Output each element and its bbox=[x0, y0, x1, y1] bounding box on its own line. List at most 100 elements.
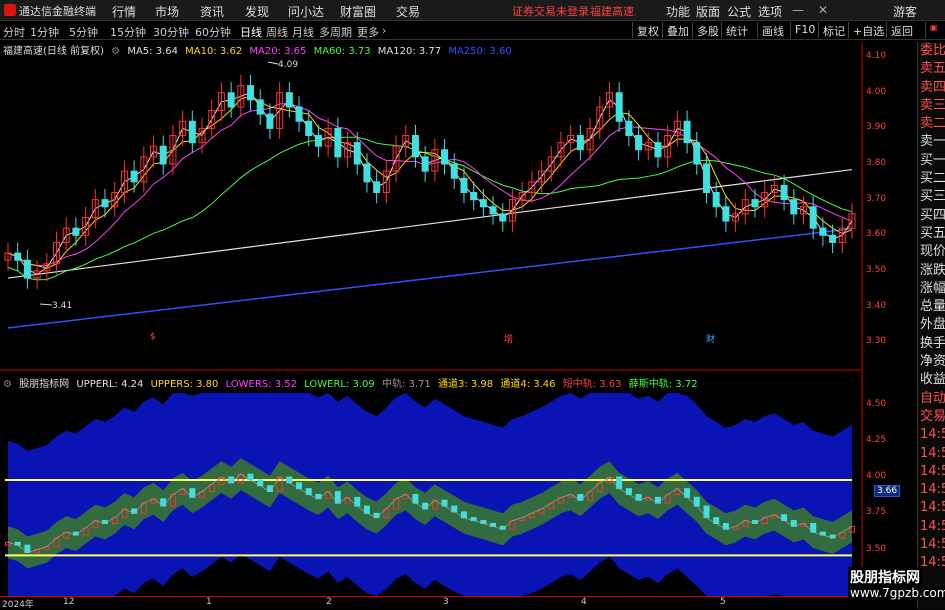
candle-body bbox=[809, 206, 817, 229]
watermark-title: 股朋指标网 bbox=[848, 567, 922, 587]
candle-body bbox=[654, 142, 662, 158]
price-axis: 4.10 4.00 3.90 3.80 3.70 3.60 3.50 3.40 3.30 4.50… bbox=[862, 42, 917, 609]
candle-body bbox=[615, 92, 623, 122]
quote-field: 委比 bbox=[920, 43, 945, 58]
sub-legend-gear-icon[interactable]: ⚙ bbox=[3, 379, 12, 390]
candle-body bbox=[712, 192, 720, 208]
candle-body bbox=[159, 145, 167, 165]
quote-field: 14:56 bbox=[920, 482, 945, 498]
quote-field: 总量 bbox=[920, 299, 945, 315]
candle-body bbox=[450, 163, 458, 179]
quote-field: 净资 bbox=[920, 354, 945, 370]
price-tick: 3.40 bbox=[866, 300, 887, 311]
date-axis: 2024年 12 1 2 3 4 5 bbox=[0, 596, 862, 610]
quote-field: 卖三 bbox=[920, 97, 945, 113]
sub-legend-short-mid: 短中轨: 3.63 bbox=[562, 379, 622, 390]
sub-tick: 4.50 bbox=[866, 398, 887, 409]
candle-body bbox=[702, 163, 710, 194]
legend-ma5: MA5: 3.64 bbox=[127, 46, 178, 57]
signal-dollar: $ bbox=[150, 332, 156, 342]
high-marker bbox=[267, 61, 279, 65]
date-label: 2 bbox=[326, 597, 332, 607]
sub-tick: 3.50 bbox=[866, 543, 887, 554]
quote-field: 卖一 bbox=[920, 134, 945, 150]
sub-legend-lowerl: LOWERL: 3.09 bbox=[304, 379, 375, 390]
price-tick: 3.70 bbox=[866, 193, 887, 204]
sub-tick: 4.00 bbox=[866, 471, 887, 482]
candle-body bbox=[625, 120, 633, 137]
candle-body bbox=[23, 259, 31, 279]
sub-legend-uppers: UPPERS: 3.80 bbox=[150, 379, 219, 390]
sub-legend-ch4: 通道4: 3.46 bbox=[500, 379, 556, 390]
sub-legend: ⚙ 股朋指标网 UPPERL: 4.24 UPPERS: 3.80 LOWERS… bbox=[3, 375, 702, 390]
candle-body bbox=[635, 135, 643, 151]
price-tick: 3.90 bbox=[866, 122, 887, 133]
candle-body bbox=[256, 99, 264, 115]
candle-body bbox=[479, 199, 487, 208]
sub-legend-upperl: UPPERL: 4.24 bbox=[76, 379, 144, 390]
candle-body bbox=[790, 199, 798, 215]
candle-body bbox=[683, 120, 691, 144]
candle-body bbox=[285, 92, 293, 108]
legend-ma120: MA120: 3.77 bbox=[377, 46, 442, 57]
candle-body bbox=[693, 142, 701, 165]
quote-field: 自动 bbox=[920, 390, 945, 406]
quote-field: 买三 bbox=[920, 189, 945, 205]
legend-ma10: MA10: 3.62 bbox=[185, 46, 243, 57]
candle-body bbox=[829, 234, 837, 243]
high-annotation: 4.09 bbox=[278, 60, 298, 70]
price-tick: 3.50 bbox=[866, 264, 887, 275]
legend-ma250: MA250: 3.60 bbox=[448, 46, 512, 57]
quote-field: 14:56 bbox=[920, 500, 945, 516]
quote-field: 收益 bbox=[920, 372, 945, 388]
sub-tick: 4.25 bbox=[866, 434, 887, 445]
date-label: 5 bbox=[720, 597, 726, 607]
candle-body bbox=[363, 163, 371, 183]
quote-field: 买二 bbox=[920, 171, 945, 187]
signal-zeng: 增 bbox=[504, 335, 514, 345]
price-tick: 3.30 bbox=[866, 336, 887, 347]
price-tick: 3.60 bbox=[866, 229, 887, 240]
sub-legend-lowers: LOWERS: 3.52 bbox=[225, 379, 297, 390]
candle-body bbox=[188, 120, 196, 144]
watermark-url: www.7gpzb.com bbox=[848, 586, 945, 600]
candle-body bbox=[373, 181, 381, 194]
candle-body bbox=[780, 184, 788, 201]
quote-field: 现价 bbox=[920, 244, 945, 260]
candle-body bbox=[411, 135, 419, 158]
quote-field: 14:56 bbox=[920, 445, 945, 461]
kline-chart[interactable]: 4.09 3.41 bbox=[0, 0, 945, 609]
candle-body bbox=[305, 120, 313, 137]
candle-body bbox=[819, 227, 827, 236]
legend-gear-icon[interactable]: ⚙ bbox=[111, 46, 120, 57]
candle-body bbox=[101, 199, 109, 208]
candle-body bbox=[460, 177, 468, 194]
candle-body bbox=[751, 199, 759, 208]
quote-field: 14:56 bbox=[920, 537, 945, 553]
candle-body bbox=[72, 227, 80, 236]
main-legend: 福建高速(日线 前复权) ⚙ MA5: 3.64 MA10: 3.62 MA20… bbox=[3, 42, 516, 57]
quote-field: 涨幅 bbox=[920, 280, 945, 296]
quote-field: 卖四 bbox=[920, 79, 945, 95]
legend-ma60: MA60: 3.73 bbox=[313, 46, 371, 57]
candle-body bbox=[14, 252, 22, 261]
candle-body bbox=[499, 213, 507, 222]
signal-cai: 财 bbox=[706, 335, 716, 345]
legend-ma20: MA20: 3.65 bbox=[249, 46, 307, 57]
date-label: 1 bbox=[206, 597, 212, 607]
quote-field: 14:56 bbox=[920, 518, 945, 534]
candle-body bbox=[266, 113, 274, 129]
candle-body bbox=[489, 206, 497, 215]
candle-body bbox=[247, 85, 255, 101]
candle-body bbox=[130, 170, 138, 183]
quote-field: 买四 bbox=[920, 207, 945, 223]
quote-field: 卖二 bbox=[920, 116, 945, 132]
price-tick: 3.80 bbox=[866, 158, 887, 169]
date-label: 12 bbox=[63, 597, 75, 607]
price-tick: 4.00 bbox=[866, 86, 887, 97]
quote-field: 卖五 bbox=[920, 61, 945, 77]
date-label: 2024年 bbox=[2, 600, 34, 610]
quote-field: 14:56 bbox=[920, 427, 945, 443]
candle-body bbox=[353, 142, 361, 165]
quote-field: 买五 bbox=[920, 225, 945, 241]
